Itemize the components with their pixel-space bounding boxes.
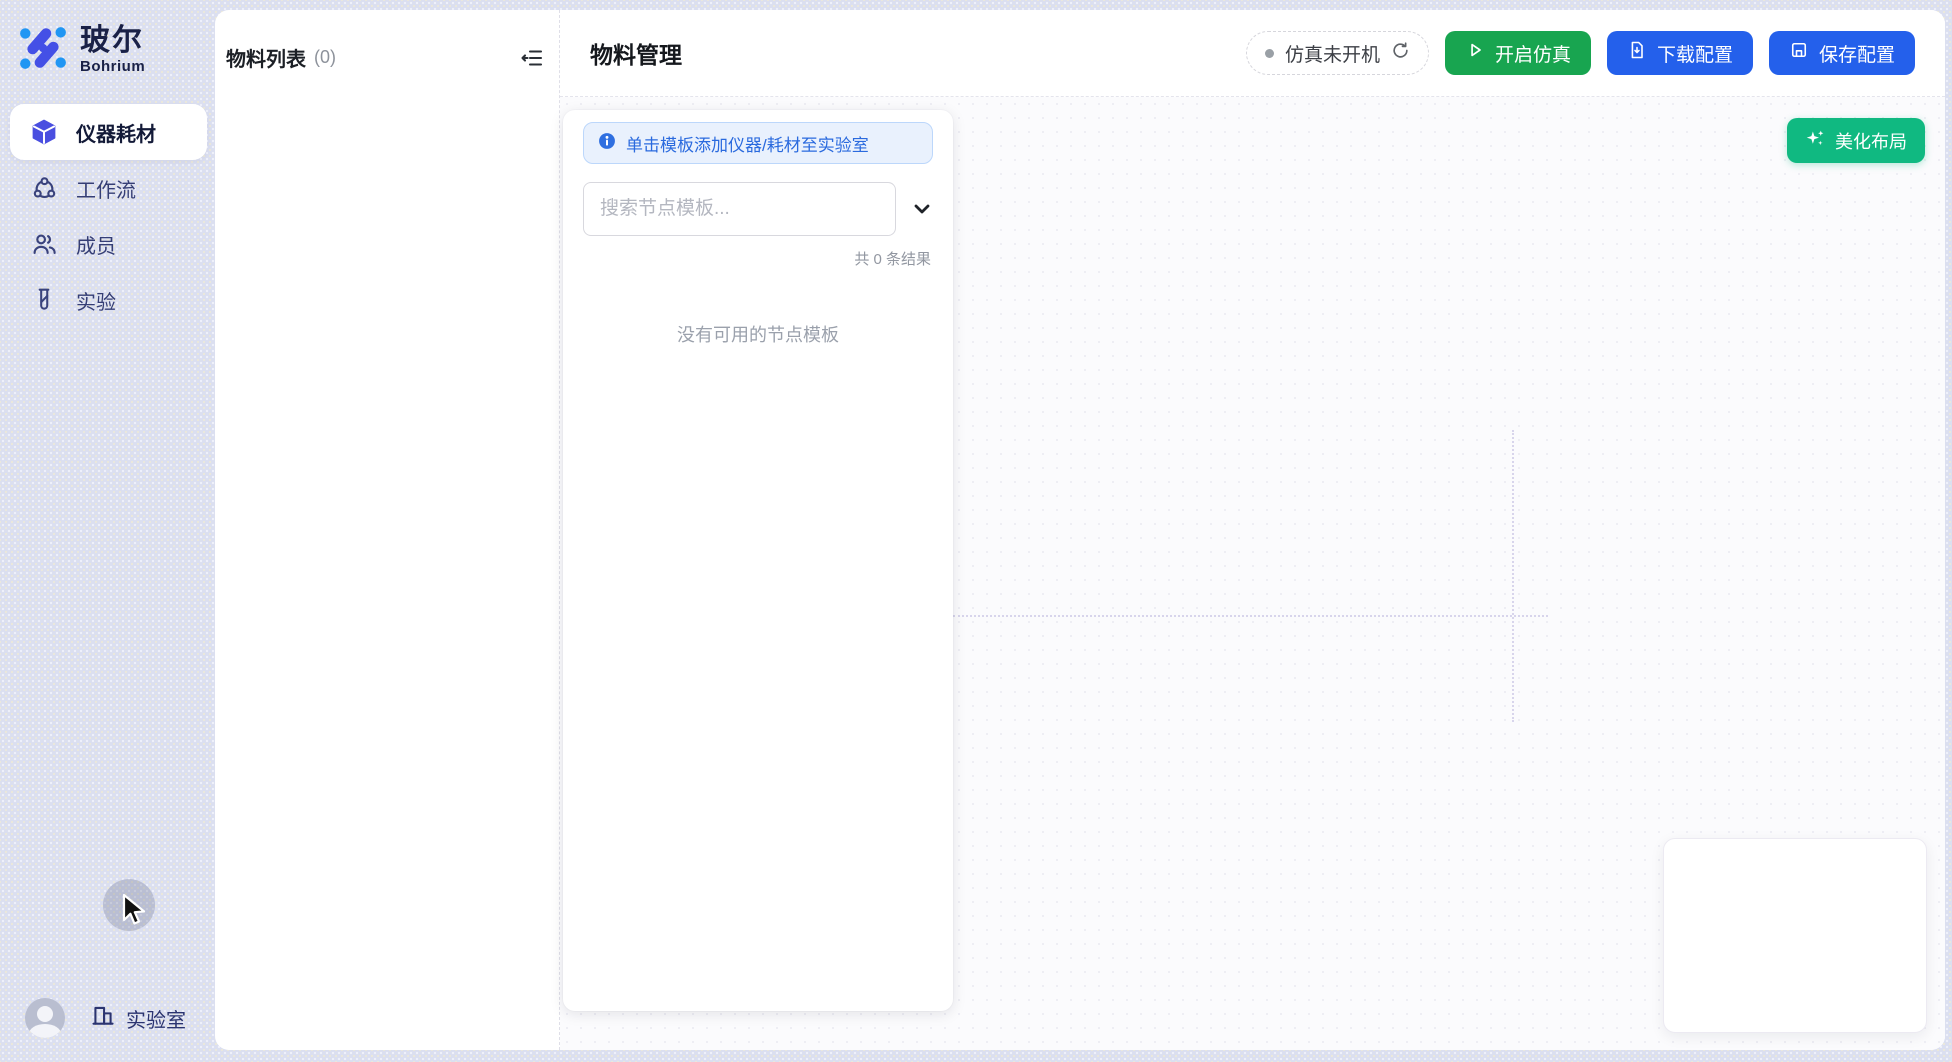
template-result-count: 共 0 条结果 xyxy=(563,248,931,269)
bohrium-logo-icon xyxy=(18,23,68,78)
main-area: 物料管理 仿真未开机 xyxy=(560,10,1945,1050)
template-empty-text: 没有可用的节点模板 xyxy=(563,321,953,347)
file-download-icon xyxy=(1627,40,1647,66)
download-config-button[interactable]: 下载配置 xyxy=(1607,31,1753,75)
material-list-title: 物料列表 xyxy=(226,43,306,72)
brand-text: 玻尔 Bohrium xyxy=(80,26,145,75)
material-list-panel: 物料列表 (0) xyxy=(215,10,560,1050)
lab-switcher[interactable]: 实验室 xyxy=(90,1002,186,1034)
download-config-label: 下载配置 xyxy=(1657,40,1733,67)
simulation-status-pill[interactable]: 仿真未开机 xyxy=(1246,31,1429,75)
minimap-panel[interactable] xyxy=(1663,838,1927,1033)
users-icon xyxy=(30,230,58,258)
sidebar-item-instruments[interactable]: 仪器耗材 xyxy=(10,104,207,160)
content-wrapper: 物料列表 (0) 物料管理 仿真未开机 xyxy=(215,10,1945,1050)
template-search-input[interactable] xyxy=(583,182,896,236)
save-config-button[interactable]: 保存配置 xyxy=(1769,31,1915,75)
test-tube-icon xyxy=(30,286,58,314)
sidebar-item-workflow[interactable]: 工作流 xyxy=(10,160,207,216)
sidebar-item-experiments[interactable]: 实验 xyxy=(10,272,207,328)
workflow-icon xyxy=(30,174,58,202)
brand: 玻尔 Bohrium xyxy=(10,16,207,80)
simulation-status-label: 仿真未开机 xyxy=(1285,40,1380,67)
lab-canvas[interactable]: 单击模板添加仪器/耗材至实验室 共 0 条结果 没有可用的节点模板 xyxy=(560,97,1945,1050)
page-title: 物料管理 xyxy=(590,36,682,70)
template-search-row xyxy=(583,182,935,236)
sparkles-icon xyxy=(1805,128,1826,154)
avatar-head xyxy=(37,1006,53,1022)
save-icon xyxy=(1789,40,1809,66)
beautify-layout-button[interactable]: 美化布局 xyxy=(1787,118,1925,163)
template-hint-banner: 单击模板添加仪器/耗材至实验室 xyxy=(583,122,933,164)
play-icon xyxy=(1465,40,1485,66)
canvas-guide-line-horizontal xyxy=(953,615,1548,617)
building-icon xyxy=(90,1002,116,1034)
sidebar-footer: 实验室 xyxy=(0,998,215,1038)
start-simulation-button[interactable]: 开启仿真 xyxy=(1445,31,1591,75)
status-dot-icon xyxy=(1265,49,1274,58)
mouse-cursor xyxy=(118,893,152,934)
brand-name-en: Bohrium xyxy=(80,58,145,75)
header-actions: 仿真未开机 开启仿真 xyxy=(1246,31,1915,75)
save-config-label: 保存配置 xyxy=(1819,40,1895,67)
sidebar-item-label: 成员 xyxy=(76,230,116,259)
cube-icon xyxy=(30,118,58,146)
template-hint-text: 单击模板添加仪器/耗材至实验室 xyxy=(626,131,869,156)
sidebar-item-label: 仪器耗材 xyxy=(76,118,156,147)
sidebar-nav: 仪器耗材 工作流 成员 xyxy=(10,104,207,328)
sidebar-item-label: 实验 xyxy=(76,286,116,315)
lab-label: 实验室 xyxy=(126,1004,186,1033)
material-list-count: (0) xyxy=(314,47,336,68)
start-simulation-label: 开启仿真 xyxy=(1495,40,1571,67)
chevron-down-icon[interactable] xyxy=(909,196,935,222)
collapse-panel-icon[interactable] xyxy=(519,45,545,71)
sidebar-item-members[interactable]: 成员 xyxy=(10,216,207,272)
info-icon xyxy=(597,131,617,156)
avatar[interactable] xyxy=(25,998,65,1038)
avatar-body xyxy=(29,1024,61,1038)
main-header: 物料管理 仿真未开机 xyxy=(560,10,1945,97)
material-list-header: 物料列表 (0) xyxy=(226,43,545,72)
canvas-guide-line-vertical xyxy=(1512,430,1514,722)
template-panel: 单击模板添加仪器/耗材至实验室 共 0 条结果 没有可用的节点模板 xyxy=(563,110,953,1011)
refresh-icon[interactable] xyxy=(1391,41,1410,66)
beautify-layout-label: 美化布局 xyxy=(1835,128,1907,154)
sidebar-item-label: 工作流 xyxy=(76,174,136,203)
brand-name-zh: 玻尔 xyxy=(80,26,145,56)
